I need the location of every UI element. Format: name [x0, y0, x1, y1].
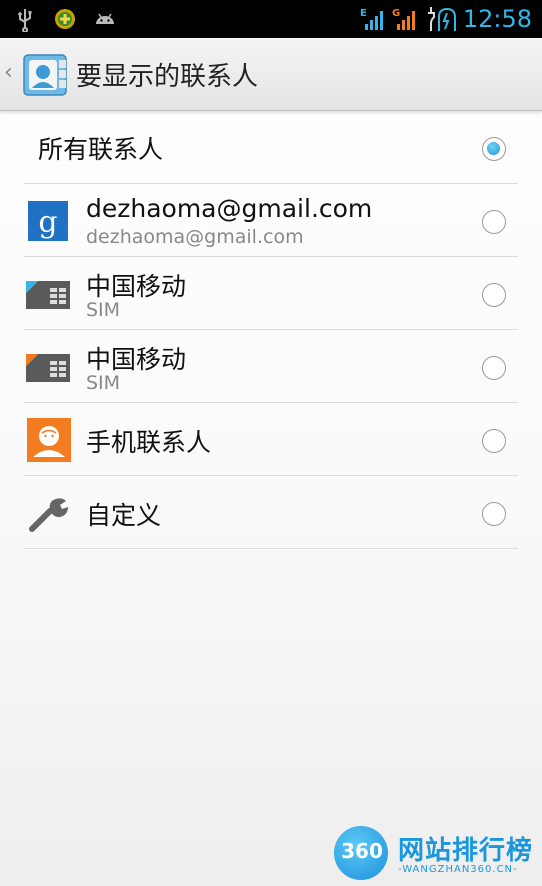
phone-contacts-icon [27, 418, 71, 462]
sim-1-label: 中国移动 [86, 272, 187, 301]
list-item-sim-2[interactable]: 中国移动 SIM [0, 330, 542, 403]
status-bar: E G 12:58 [0, 0, 542, 38]
google-icon: g [28, 201, 68, 241]
signal-e-icon: E [360, 8, 383, 30]
list-item-phone-contacts[interactable]: 手机联系人 [0, 403, 542, 476]
divider [24, 548, 518, 549]
sim-2-radio[interactable] [482, 356, 506, 380]
customize-label: 自定义 [86, 501, 162, 530]
sim-2-label: 中国移动 [86, 345, 187, 374]
google-account-label: dezhaoma@gmail.com [86, 194, 373, 223]
back-chevron-icon[interactable]: ‹ [4, 60, 13, 85]
action-bar: ‹ 要显示的联系人 [0, 38, 542, 111]
svg-text:G: G [392, 8, 400, 19]
svg-text:g: g [38, 205, 57, 240]
all-contacts-label: 所有联系人 [38, 135, 164, 164]
battery-charging-icon [427, 7, 456, 31]
sim-card-orange-icon [26, 354, 70, 382]
sim-2-sub: SIM [86, 372, 121, 394]
usb-icon [18, 9, 32, 32]
phone-contacts-radio[interactable] [482, 429, 506, 453]
game-icon [55, 9, 75, 29]
google-account-radio[interactable] [482, 210, 506, 234]
all-contacts-radio[interactable] [482, 137, 506, 161]
list-item-google-account[interactable]: g dezhaoma@gmail.com dezhaoma@gmail.com [0, 184, 542, 257]
sim-1-sub: SIM [86, 299, 121, 321]
list-item-customize[interactable]: 自定义 [0, 476, 542, 549]
android-icon [96, 13, 114, 24]
svg-text:E: E [360, 8, 367, 19]
contact-filter-list: 所有联系人 g dezhaoma@gmail.com dezhaoma@gmai… [0, 112, 542, 549]
sim-card-blue-icon [26, 281, 70, 309]
google-account-sub: dezhaoma@gmail.com [86, 226, 304, 248]
watermark-sub: -WANGZHAN360.CN- [398, 864, 518, 875]
contacts-app-icon[interactable] [22, 52, 68, 98]
list-item-all-contacts[interactable]: 所有联系人 [0, 112, 542, 184]
sim-1-radio[interactable] [482, 283, 506, 307]
signal-g-icon: G [392, 8, 415, 30]
watermark-number: 360 [341, 839, 383, 863]
phone-contacts-label: 手机联系人 [86, 428, 212, 457]
watermark-logo: 360 网站排行榜 -WANGZHAN360.CN- [330, 824, 536, 882]
page-title: 要显示的联系人 [76, 62, 259, 92]
customize-radio[interactable] [482, 502, 506, 526]
clock-text: 12:58 [462, 5, 532, 33]
list-item-sim-1[interactable]: 中国移动 SIM [0, 257, 542, 330]
wrench-icon [29, 498, 68, 532]
watermark-name: 网站排行榜 [398, 836, 534, 866]
